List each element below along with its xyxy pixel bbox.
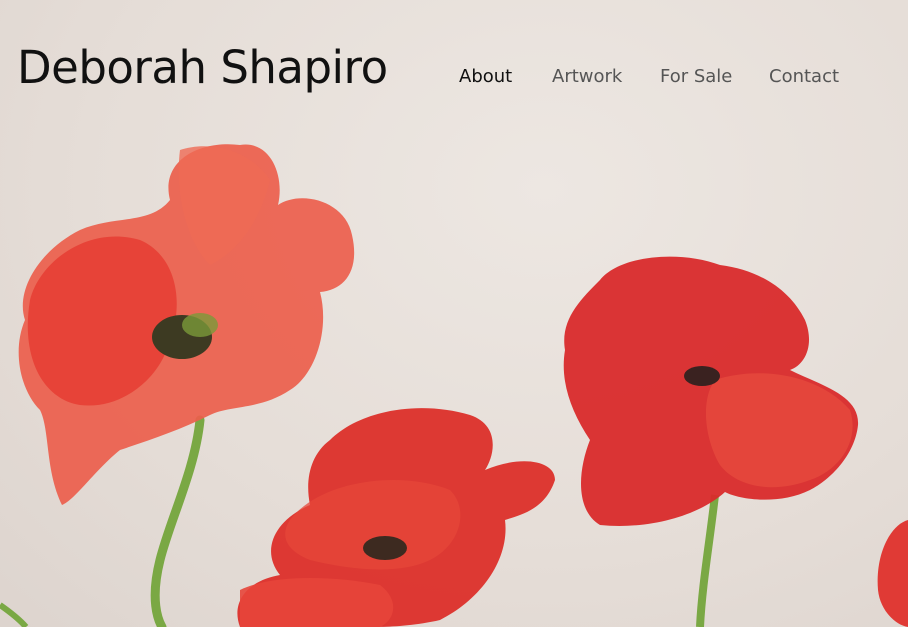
nav-item-contact[interactable]: Contact xyxy=(769,64,839,90)
nav-item-about[interactable]: About xyxy=(459,64,512,90)
site-title-link[interactable]: Deborah Shapiro xyxy=(17,38,388,98)
nav-item-for-sale[interactable]: For Sale xyxy=(660,64,732,90)
nav-item-artwork[interactable]: Artwork xyxy=(552,64,622,90)
site-header: Deborah Shapiro About Artwork For Sale C… xyxy=(0,0,908,130)
